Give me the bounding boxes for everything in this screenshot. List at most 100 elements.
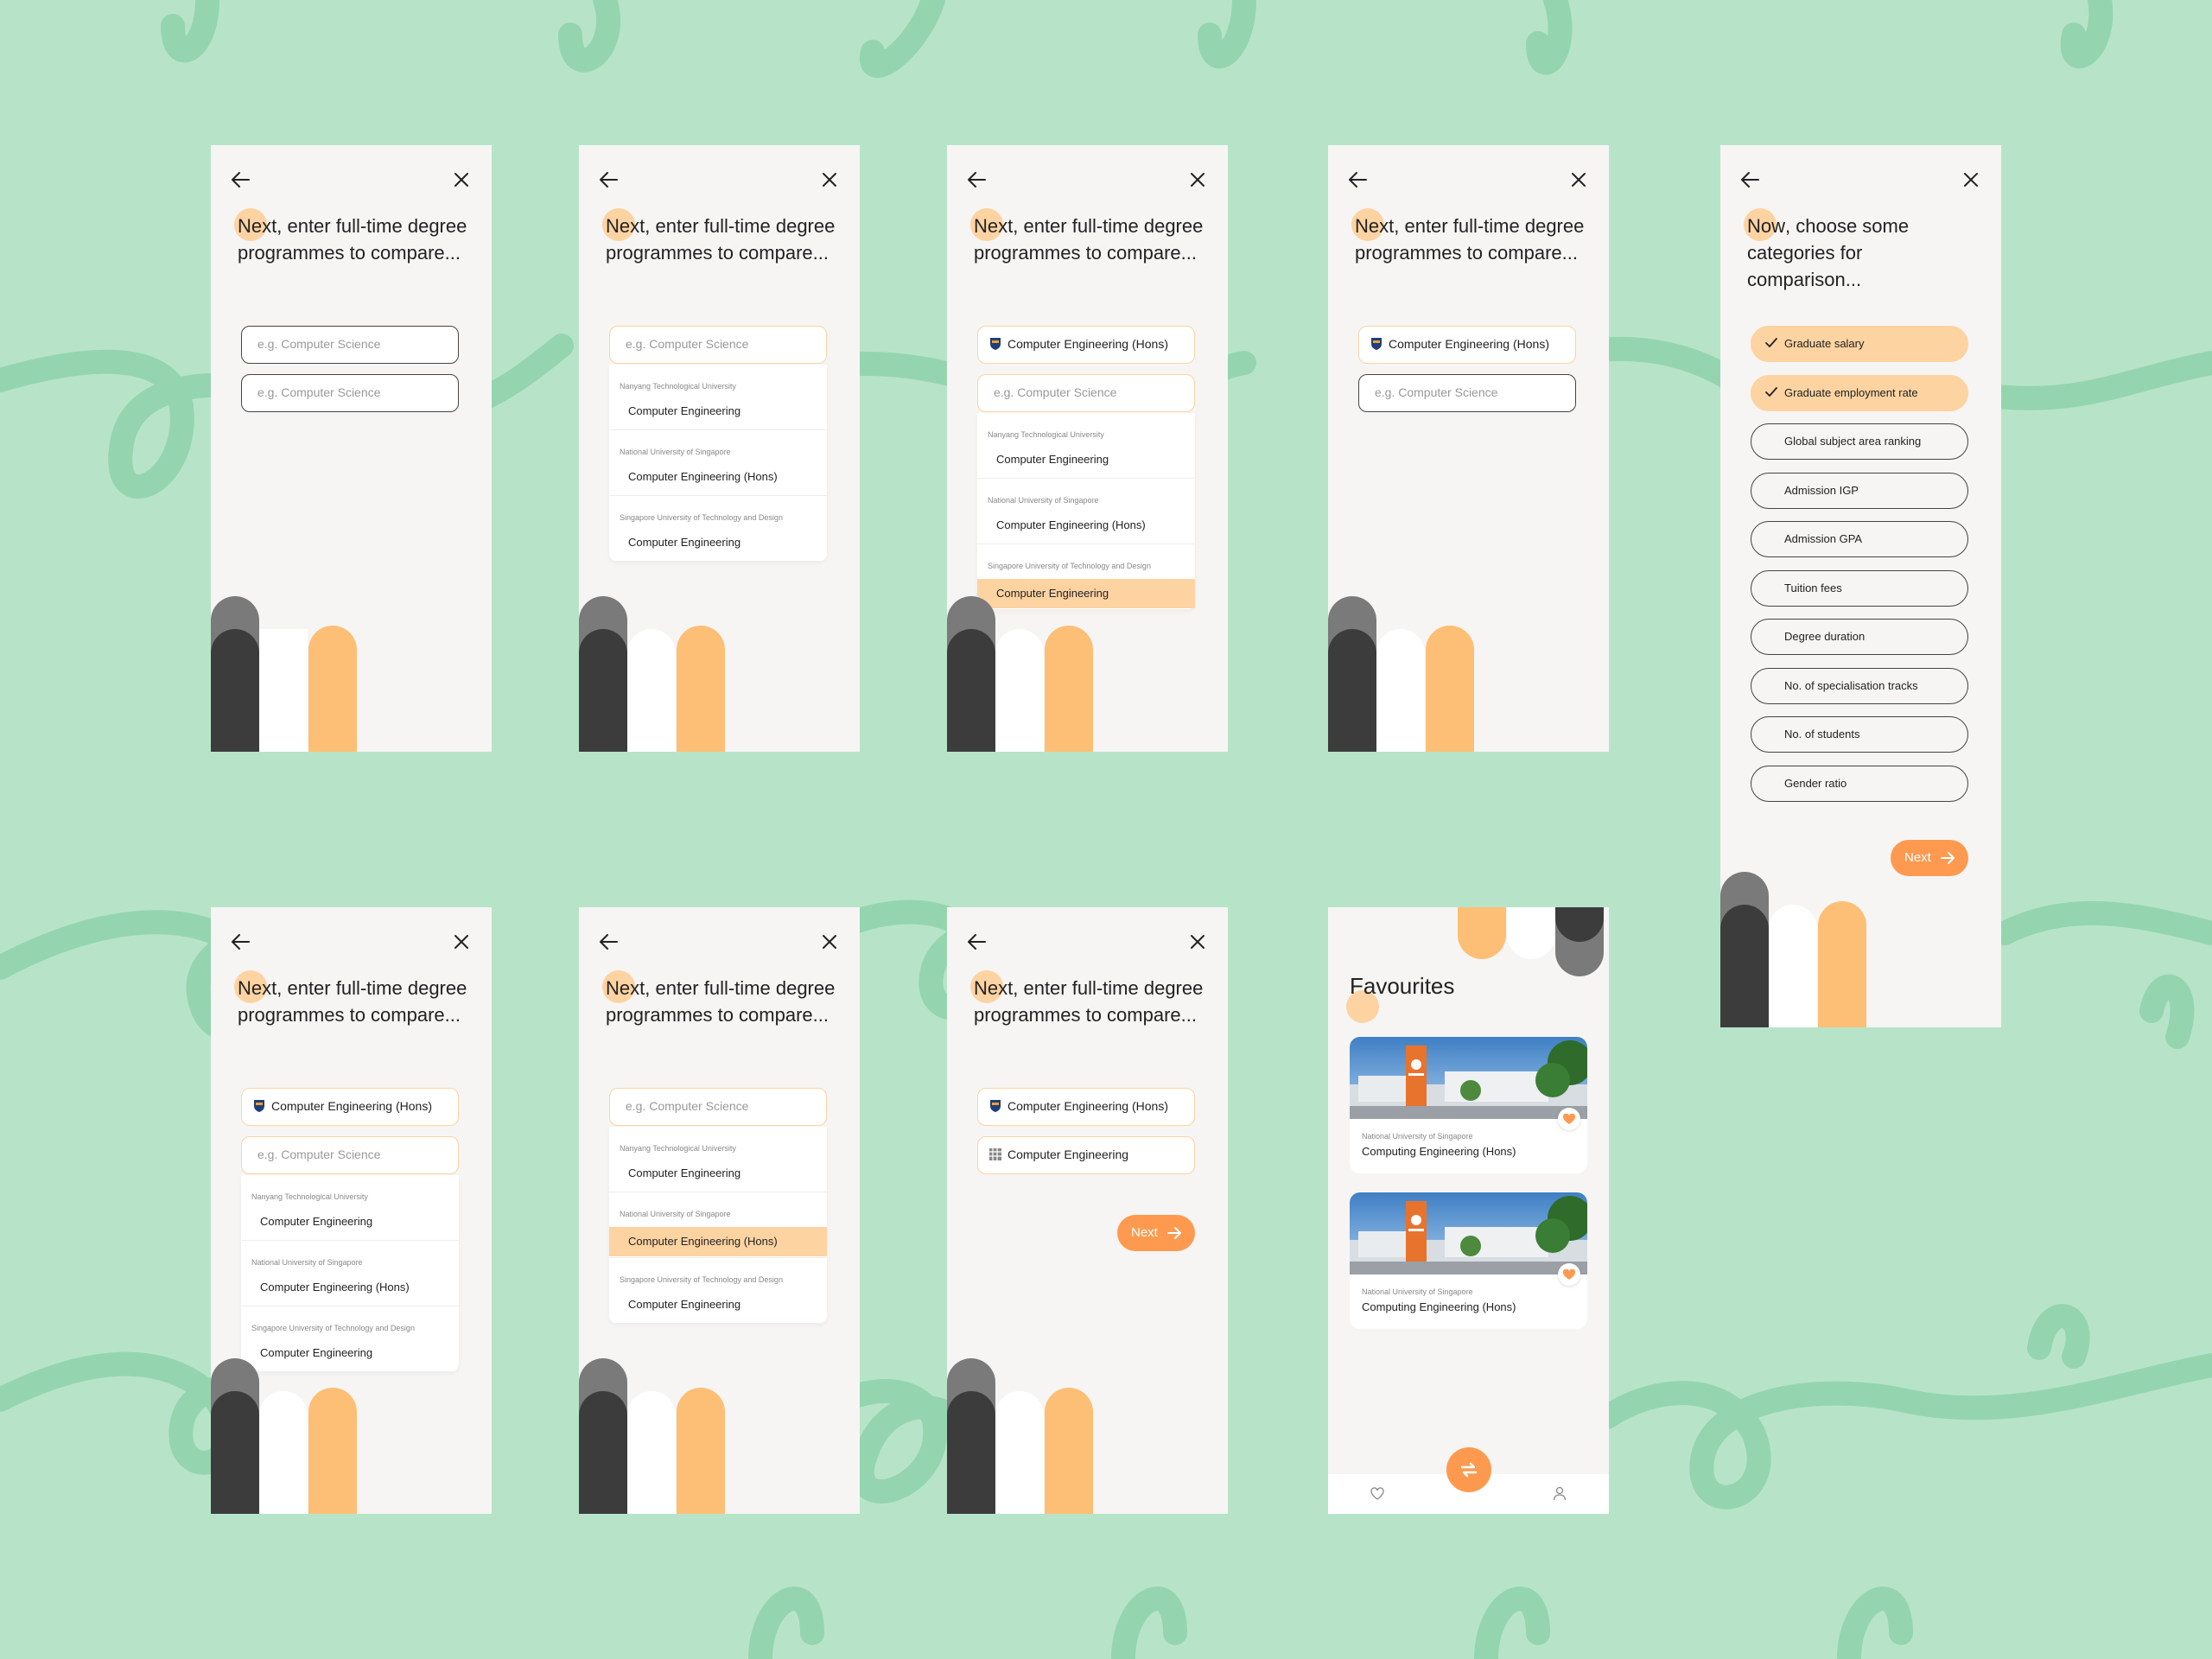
heading-highlight: Next	[1355, 215, 1395, 237]
decorative-pillars	[1328, 596, 1474, 752]
university-name: Singapore University of Technology and D…	[251, 1324, 415, 1332]
programme-name: Computer Engineering (Hons)	[996, 518, 1146, 531]
dropdown-option[interactable]: Nanyang Technological University Computer…	[977, 413, 1195, 479]
dropdown-option[interactable]: Singapore University of Technology and D…	[609, 1258, 827, 1324]
category-label: Graduate employment rate	[1784, 385, 1918, 399]
programme-name: Computer Engineering (Hons)	[260, 1281, 410, 1294]
programme-input-1[interactable]: e.g. Computer Science	[241, 326, 459, 364]
ntu-logo-icon	[989, 1148, 1001, 1160]
nus-crest-icon	[990, 1100, 1001, 1112]
category-label: Graduate salary	[1784, 337, 1865, 350]
arrow-left-icon[interactable]	[596, 167, 622, 193]
programme-input-1[interactable]: Computer Engineering (Hons)	[977, 326, 1195, 364]
x-icon[interactable]	[817, 167, 842, 193]
x-icon[interactable]	[448, 167, 474, 193]
compare-fab[interactable]	[1446, 1447, 1491, 1492]
programme-name: Computing Engineering (Hons)	[1362, 1145, 1516, 1158]
university-name: Singapore University of Technology and D…	[620, 1275, 783, 1284]
arrow-left-icon[interactable]	[596, 929, 622, 955]
x-icon[interactable]	[817, 929, 842, 955]
programme-input-2[interactable]: e.g. Computer Science	[241, 374, 459, 412]
favourite-toggle[interactable]	[1558, 1263, 1580, 1286]
nus-crest-icon	[990, 338, 1001, 350]
dropdown-option[interactable]: Singapore University of Technology and D…	[609, 496, 827, 562]
category-option[interactable]: Gender ratio	[1751, 765, 1968, 802]
dropdown-option[interactable]: Nanyang Technological University Computer…	[609, 365, 827, 430]
university-name: Nanyang Technological University	[620, 1144, 736, 1153]
heart-icon	[1563, 1269, 1575, 1280]
category-label: Tuition fees	[1784, 581, 1842, 594]
programme-input-1[interactable]: Computer Engineering (Hons)	[977, 1088, 1195, 1126]
nus-crest-icon	[254, 1100, 264, 1112]
programme-input-1[interactable]: e.g. Computer Science	[609, 1088, 827, 1126]
decorative-pillars	[211, 596, 357, 752]
favourite-card[interactable]: National University of Singapore Computin…	[1350, 1192, 1587, 1329]
selected-programme: Computer Engineering (Hons)	[1007, 1099, 1168, 1113]
programme-name: Computer Engineering	[628, 404, 741, 417]
programme-input-1[interactable]: Computer Engineering (Hons)	[1358, 326, 1576, 364]
arrow-left-icon[interactable]	[1738, 167, 1764, 193]
selected-programme: Computer Engineering	[1007, 1147, 1129, 1161]
heart-icon[interactable]	[1370, 1486, 1385, 1502]
dropdown-option[interactable]: National University of Singapore Computer…	[609, 430, 827, 496]
programme-input-2[interactable]: e.g. Computer Science	[241, 1136, 459, 1174]
category-option[interactable]: Degree duration	[1751, 619, 1968, 655]
favourite-card[interactable]: National University of Singapore Computin…	[1350, 1037, 1587, 1173]
screen-second-input-dropdown: Next, enter full-time degree programmes …	[947, 145, 1228, 752]
x-icon[interactable]	[1185, 167, 1211, 193]
university-name: National University of Singapore	[988, 496, 1099, 505]
programme-input-1[interactable]: Computer Engineering (Hons)	[241, 1088, 459, 1126]
decorative-pillars	[947, 1358, 1093, 1514]
category-option[interactable]: Graduate salary	[1751, 326, 1968, 362]
university-name: National University of Singapore	[1362, 1132, 1473, 1141]
category-option[interactable]: Admission GPA	[1751, 521, 1968, 557]
category-option[interactable]: Tuition fees	[1751, 569, 1968, 607]
category-option[interactable]: No. of students	[1751, 716, 1968, 753]
dropdown-option[interactable]: National University of Singapore Computer…	[977, 479, 1195, 544]
university-name: Nanyang Technological University	[251, 1192, 368, 1201]
x-icon[interactable]	[1185, 929, 1211, 955]
category-option[interactable]: No. of specialisation tracks	[1751, 667, 1968, 704]
screen-both-selected: Next, enter full-time degree programmes …	[947, 907, 1228, 1514]
check-icon	[1765, 386, 1777, 397]
dropdown-option[interactable]: National University of Singapore Computer…	[241, 1241, 459, 1306]
category-label: No. of students	[1784, 728, 1860, 741]
page-title: Next, enter full-time degree programmes …	[233, 208, 471, 266]
heading-highlight: Now	[1747, 215, 1786, 237]
category-label: Gender ratio	[1784, 776, 1847, 790]
campus-photo	[1350, 1037, 1587, 1119]
x-icon[interactable]	[448, 929, 474, 955]
programme-name: Computing Engineering (Hons)	[1362, 1300, 1516, 1313]
dropdown-option[interactable]: Nanyang Technological University Computer…	[609, 1127, 827, 1192]
programme-input-1[interactable]: e.g. Computer Science	[609, 326, 827, 364]
arrow-left-icon[interactable]	[964, 929, 990, 955]
campus-photo	[1350, 1192, 1587, 1274]
heart-icon	[1563, 1114, 1575, 1124]
category-label: Admission GPA	[1784, 532, 1863, 545]
programme-input-2[interactable]: Computer Engineering	[977, 1136, 1195, 1174]
category-option[interactable]: Graduate employment rate	[1751, 374, 1968, 411]
arrow-left-icon[interactable]	[228, 167, 254, 193]
page-title: Next, enter full-time degree programmes …	[601, 208, 839, 266]
x-icon[interactable]	[1566, 167, 1592, 193]
next-label: Next	[1131, 1225, 1158, 1240]
category-option[interactable]: Admission IGP	[1751, 472, 1968, 509]
dropdown-option[interactable]: Nanyang Technological University Computer…	[241, 1175, 459, 1241]
programme-input-2[interactable]: e.g. Computer Science	[1358, 374, 1576, 412]
arrow-left-icon[interactable]	[228, 929, 254, 955]
university-name: Nanyang Technological University	[620, 382, 736, 391]
programme-name: Computer Engineering	[628, 1298, 741, 1311]
arrow-left-icon[interactable]	[964, 167, 990, 193]
arrow-left-icon[interactable]	[1345, 167, 1371, 193]
programme-input-2[interactable]: e.g. Computer Science	[977, 374, 1195, 412]
selected-programme: Computer Engineering (Hons)	[1389, 337, 1549, 351]
next-button[interactable]: Next	[1891, 840, 1968, 876]
university-name: National University of Singapore	[1362, 1287, 1473, 1296]
x-icon[interactable]	[1958, 167, 1984, 193]
dropdown-option-selected[interactable]: National University of Singapore Computer…	[609, 1192, 827, 1258]
category-option[interactable]: Global subject area ranking	[1751, 423, 1968, 460]
user-icon[interactable]	[1552, 1485, 1567, 1501]
programme-dropdown: Nanyang Technological University Computer…	[609, 365, 827, 562]
next-button[interactable]: Next	[1117, 1215, 1195, 1251]
favourite-toggle[interactable]	[1558, 1108, 1580, 1130]
